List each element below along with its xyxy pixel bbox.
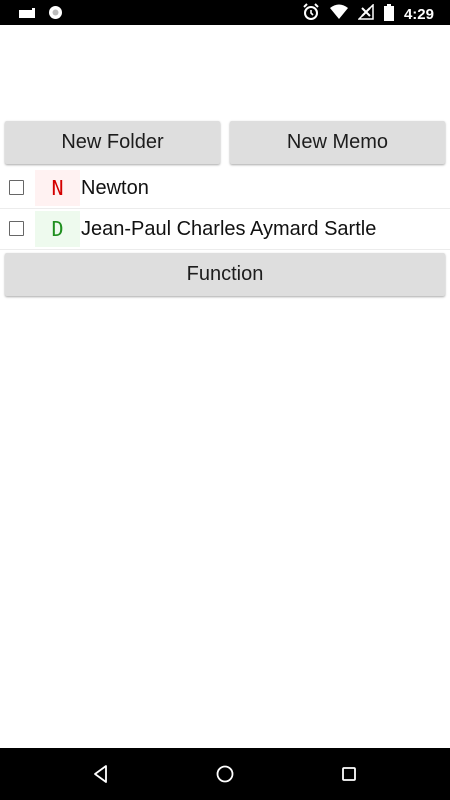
new-memo-button[interactable]: New Memo (230, 121, 445, 164)
back-icon[interactable] (89, 762, 113, 786)
item-type-badge: D (35, 211, 80, 247)
home-icon[interactable] (213, 762, 237, 786)
notification-icon (18, 6, 38, 25)
item-checkbox[interactable] (9, 180, 24, 195)
status-time: 4:29 (403, 5, 434, 23)
list-item[interactable]: D Jean-Paul Charles Aymard Sartle (0, 209, 450, 250)
status-bar-right: 4:29 (302, 3, 434, 26)
function-button[interactable]: Function (5, 253, 445, 296)
recents-icon[interactable] (337, 762, 361, 786)
wifi-icon (329, 4, 348, 25)
battery-icon (383, 3, 394, 26)
item-name[interactable]: Newton (81, 168, 149, 208)
item-list: N Newton D Jean-Paul Charles Aymard Sart… (0, 168, 450, 250)
item-name[interactable]: Jean-Paul Charles Aymard Sartle (81, 209, 376, 249)
signal-icon (357, 3, 374, 25)
status-bar: 4:29 (0, 0, 450, 25)
new-folder-button[interactable]: New Folder (5, 121, 220, 164)
item-type-badge: N (35, 170, 80, 206)
item-checkbox[interactable] (9, 221, 24, 236)
sync-icon (48, 5, 63, 25)
navigation-bar (0, 748, 450, 800)
list-item[interactable]: N Newton (0, 168, 450, 209)
alarm-icon (302, 3, 320, 26)
status-bar-left (18, 5, 63, 25)
